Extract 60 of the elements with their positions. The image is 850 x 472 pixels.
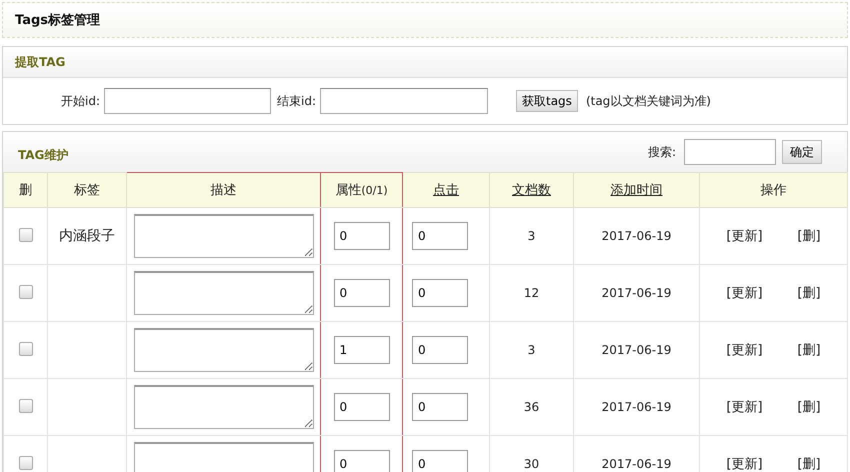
column-header: 标签 [48, 172, 126, 208]
added-date: 2017-06-19 [602, 400, 672, 414]
row-checkbox[interactable] [18, 342, 32, 356]
description-field[interactable] [134, 214, 314, 258]
document-count: 12 [524, 286, 540, 300]
start-id-label: 开始id: [61, 92, 100, 110]
sortable-column-header[interactable]: 点击 [402, 172, 490, 208]
column-header: 描述 [126, 172, 320, 208]
document-count: 30 [524, 457, 540, 471]
added-date: 2017-06-19 [602, 229, 672, 243]
added-date: 2017-06-19 [602, 343, 672, 357]
panel-title: TAG维护 [18, 146, 70, 164]
row-action-link[interactable]: [更新] [726, 398, 763, 416]
row-action-link[interactable]: [更新] [726, 455, 763, 472]
description-field[interactable] [134, 328, 314, 372]
confirm-button[interactable]: 确定 [782, 140, 822, 164]
end-id-label: 结束id: [277, 92, 316, 110]
clicks-field[interactable]: 0 [412, 336, 468, 364]
search-label: 搜索: [648, 144, 676, 160]
clicks-field[interactable]: 0 [412, 222, 468, 250]
end-id-field[interactable] [320, 88, 488, 114]
row-action-link[interactable]: [更新] [726, 284, 763, 302]
description-field[interactable] [134, 271, 314, 315]
row-action-link[interactable]: [删] [797, 227, 821, 245]
start-id-field[interactable] [104, 88, 271, 114]
row-action-link[interactable]: [删] [797, 455, 821, 472]
search-field[interactable] [684, 139, 776, 165]
attribute-field[interactable]: 0 [334, 450, 390, 472]
fetch-note: (tag以文档关键词为准) [586, 92, 711, 110]
attribute-field[interactable]: 0 [334, 279, 390, 307]
panel-title: 提取TAG [15, 54, 66, 70]
sortable-column-header[interactable]: 文档数 [490, 172, 574, 208]
fetch-tags-button[interactable]: 获取tags [516, 90, 578, 112]
attribute-field[interactable]: 1 [334, 336, 390, 364]
row-action-link[interactable]: [更新] [726, 227, 763, 245]
row-action-link[interactable]: [删] [797, 284, 821, 302]
row-checkbox[interactable] [18, 456, 32, 470]
row-checkbox[interactable] [18, 398, 32, 412]
page-title: Tags标签管理 [15, 12, 100, 29]
added-date: 2017-06-19 [602, 286, 672, 300]
row-checkbox[interactable] [18, 228, 32, 242]
tag-name: 内涵段子 [59, 228, 115, 244]
clicks-field[interactable]: 0 [412, 279, 468, 307]
column-header: 删 [4, 172, 48, 208]
document-count: 3 [528, 229, 536, 243]
sortable-column-header[interactable]: 添加时间 [574, 172, 700, 208]
clicks-field[interactable]: 0 [412, 450, 468, 472]
attribute-field[interactable]: 0 [334, 393, 390, 421]
column-header: 操作 [700, 172, 848, 208]
attribute-field[interactable]: 0 [334, 222, 390, 250]
document-count: 3 [528, 343, 536, 357]
description-field[interactable] [134, 385, 314, 429]
row-action-link[interactable]: [更新] [726, 341, 763, 359]
added-date: 2017-06-19 [602, 457, 672, 471]
clicks-field[interactable]: 0 [412, 393, 468, 421]
row-checkbox[interactable] [18, 284, 32, 298]
row-action-link[interactable]: [删] [797, 398, 821, 416]
column-header: 属性(0/1) [320, 172, 402, 208]
document-count: 36 [524, 400, 540, 414]
row-action-link[interactable]: [删] [797, 341, 821, 359]
